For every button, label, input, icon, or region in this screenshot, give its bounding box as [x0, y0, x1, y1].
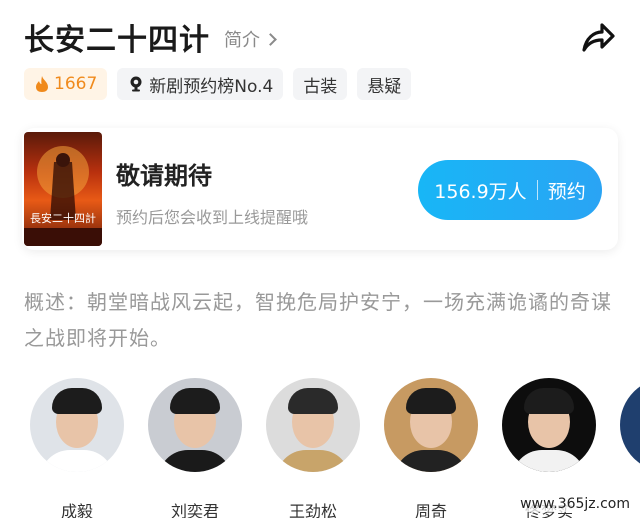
trophy-icon: [130, 76, 142, 92]
summary-text: 概述：朝堂暗战风云起，智挽危局护安宁，一场充满诡谲的奇谋之战即将开始。: [24, 290, 612, 350]
ranking-label: 新剧预约榜No.4: [149, 76, 274, 97]
card-subtitle: 预约后您会收到上线提醒哦: [116, 208, 309, 227]
card-title: 敬请期待: [116, 162, 212, 190]
cast-member[interactable]: 王劲松: [266, 378, 360, 518]
cast-name: 成毅: [60, 502, 93, 518]
cast-name: 王劲松: [288, 502, 337, 518]
cast-name: 刘奕君: [170, 502, 219, 518]
reserve-count: 156.9万人: [434, 180, 527, 203]
heat-tag[interactable]: 1667: [24, 68, 108, 100]
avatar: [620, 378, 640, 472]
chevron-right-icon: [264, 32, 277, 46]
cast-member[interactable]: 成毅: [30, 378, 124, 518]
cast-name: 周奇: [414, 502, 447, 518]
genre-tag-mystery[interactable]: 悬疑: [357, 68, 412, 100]
tag-row: 1667 新剧预约榜No.4 古装 悬疑: [24, 68, 412, 100]
avatar: [148, 378, 242, 472]
page-title: 长安二十四计: [24, 23, 210, 58]
reserve-label: 预约: [547, 180, 586, 203]
cast-member-partial[interactable]: [620, 378, 640, 472]
poster-image[interactable]: 長安二十四計: [24, 132, 102, 246]
ranking-tag[interactable]: 新剧预约榜No.4: [117, 68, 284, 100]
genre-tag-costume[interactable]: 古装: [293, 68, 348, 100]
flame-icon: [36, 76, 48, 92]
avatar: [266, 378, 360, 472]
heat-count: 1667: [54, 74, 98, 94]
avatar: [30, 378, 124, 472]
poster-title: 長安二十四計: [30, 212, 96, 225]
cast-member[interactable]: 刘奕君: [148, 378, 242, 518]
reserve-button[interactable]: 156.9万人 预约: [418, 160, 602, 220]
intro-label: 简介: [224, 30, 260, 51]
reserve-divider: [536, 180, 538, 200]
poster-art: [24, 146, 102, 246]
title-row: 长安二十四计 简介: [24, 14, 620, 60]
avatar: [384, 378, 478, 472]
intro-link[interactable]: 简介: [224, 26, 277, 52]
watermark: www.365jz.com: [518, 496, 632, 512]
cast-member[interactable]: 周奇: [384, 378, 478, 518]
avatar: [502, 378, 596, 472]
reservation-card: 長安二十四計 敬请期待 预约后您会收到上线提醒哦 156.9万人 预约: [22, 128, 618, 250]
share-icon[interactable]: [576, 16, 618, 58]
